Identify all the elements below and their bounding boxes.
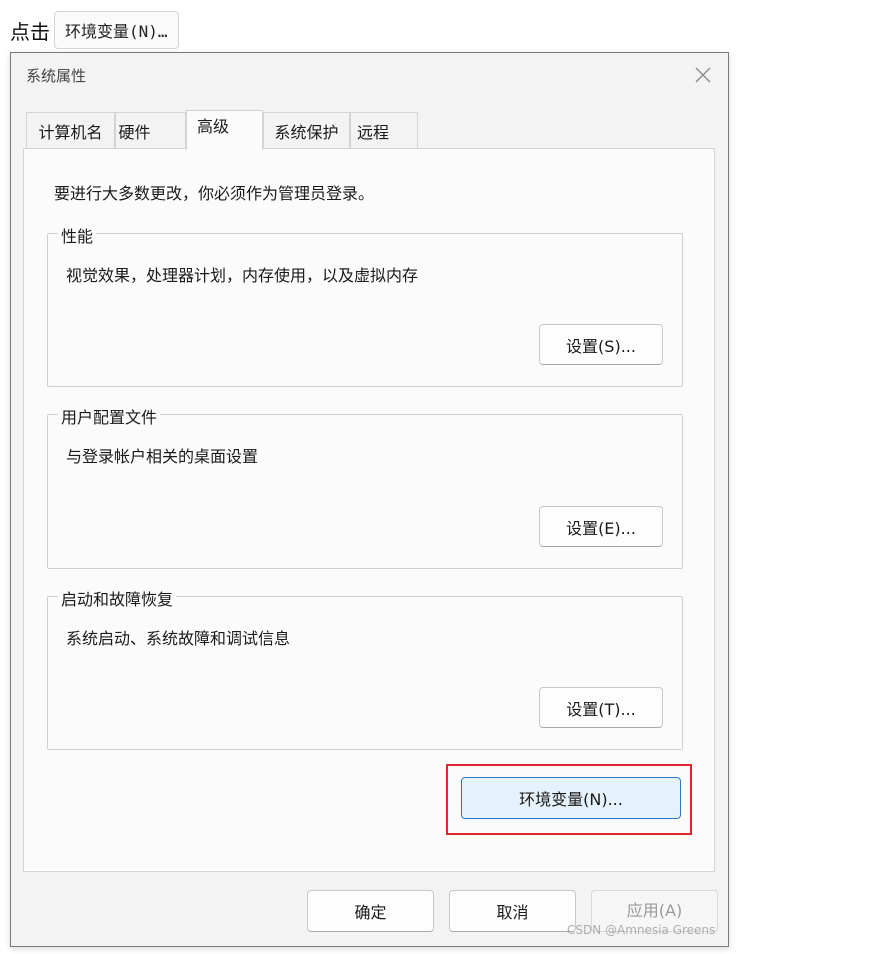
instruction-caption: 点击 环境变量(N)… (10, 11, 179, 49)
startup-recovery-settings-button[interactable]: 设置(T)... (539, 687, 663, 728)
close-icon (695, 67, 711, 83)
admin-notice: 要进行大多数更改，你必须作为管理员登录。 (54, 184, 375, 203)
startup-recovery-description: 系统启动、系统故障和调试信息 (66, 629, 291, 648)
performance-legend: 性能 (58, 223, 97, 247)
tab-remote-label: 远程 (356, 122, 389, 142)
startup-recovery-legend: 启动和故障恢复 (58, 586, 177, 610)
tab-computer-name[interactable]: 计算机名 (26, 112, 115, 148)
user-profiles-description: 与登录帐户相关的桌面设置 (66, 447, 259, 466)
user-profiles-legend: 用户配置文件 (58, 404, 161, 428)
user-profiles-settings-button[interactable]: 设置(E)... (539, 506, 663, 547)
caption-prefix: 点击 (10, 19, 50, 44)
environment-variables-button[interactable]: 环境变量(N)... (461, 777, 681, 819)
tab-hardware-label: 硬件 (118, 122, 151, 142)
tab-hardware[interactable]: 硬件 (115, 112, 186, 148)
performance-description: 视觉效果，处理器计划，内存使用，以及虚拟内存 (66, 266, 419, 285)
performance-settings-button[interactable]: 设置(S)... (539, 324, 663, 365)
tab-remote[interactable]: 远程 (350, 112, 418, 148)
caption-code: 环境变量(N)… (54, 11, 179, 49)
watermark: CSDN @Amnesia Greens (567, 923, 716, 937)
tab-advanced[interactable]: 高级 (186, 110, 263, 150)
title-bar: 系统属性 (11, 53, 728, 97)
window-title: 系统属性 (26, 67, 87, 85)
close-button[interactable] (686, 59, 720, 91)
tab-advanced-label: 高级 (197, 116, 230, 136)
cancel-button[interactable]: 取消 (449, 890, 576, 932)
ok-button[interactable]: 确定 (307, 890, 434, 932)
tab-system-protection[interactable]: 系统保护 (263, 112, 350, 148)
